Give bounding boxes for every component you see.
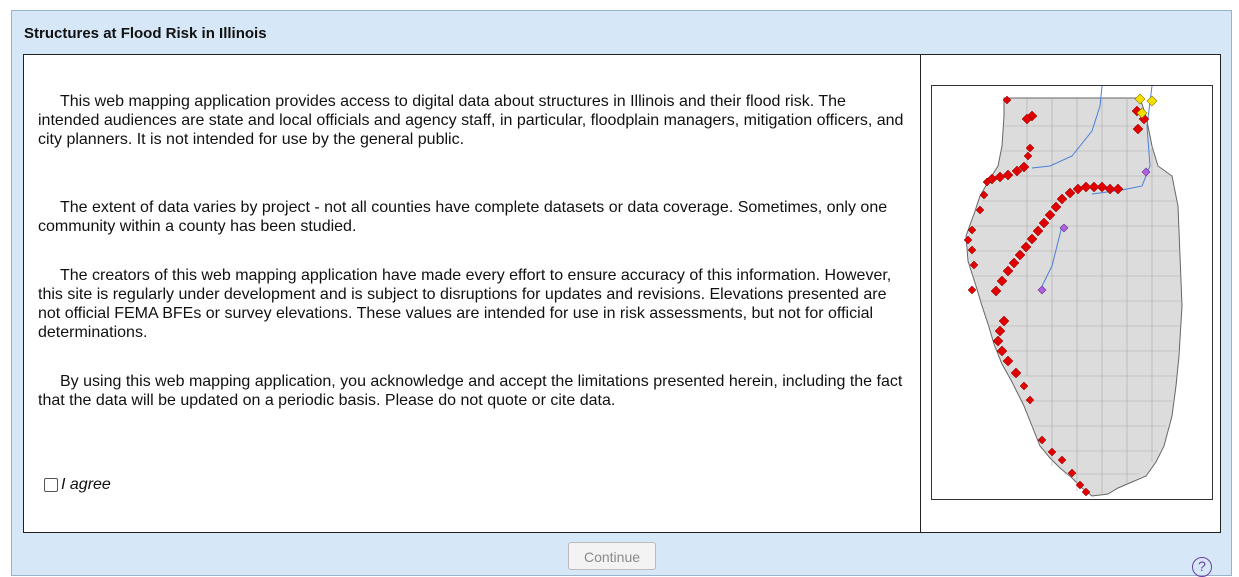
disclaimer-dialog: Structures at Flood Risk in Illinois Thi… <box>11 10 1232 576</box>
disclaimer-paragraph-1: This web mapping application provides ac… <box>38 93 904 148</box>
help-icon[interactable]: ? <box>1192 557 1212 577</box>
dialog-content: This web mapping application provides ac… <box>23 54 1221 533</box>
agree-checkbox[interactable] <box>44 478 58 492</box>
dialog-title: Structures at Flood Risk in Illinois <box>24 25 267 42</box>
agree-checkbox-control[interactable]: I agree <box>44 476 111 494</box>
agree-label: I agree <box>61 476 111 493</box>
disclaimer-paragraph-4: By using this web mapping application, y… <box>38 373 903 409</box>
continue-button[interactable]: Continue <box>568 542 656 570</box>
disclaimer-paragraph-3: The creators of this web mapping applica… <box>38 267 892 341</box>
illinois-map-image <box>931 85 1213 500</box>
disclaimer-paragraph-2: The extent of data varies by project - n… <box>38 199 888 235</box>
illinois-map <box>963 85 1183 497</box>
disclaimer-text-pane: This web mapping application provides ac… <box>24 55 921 532</box>
